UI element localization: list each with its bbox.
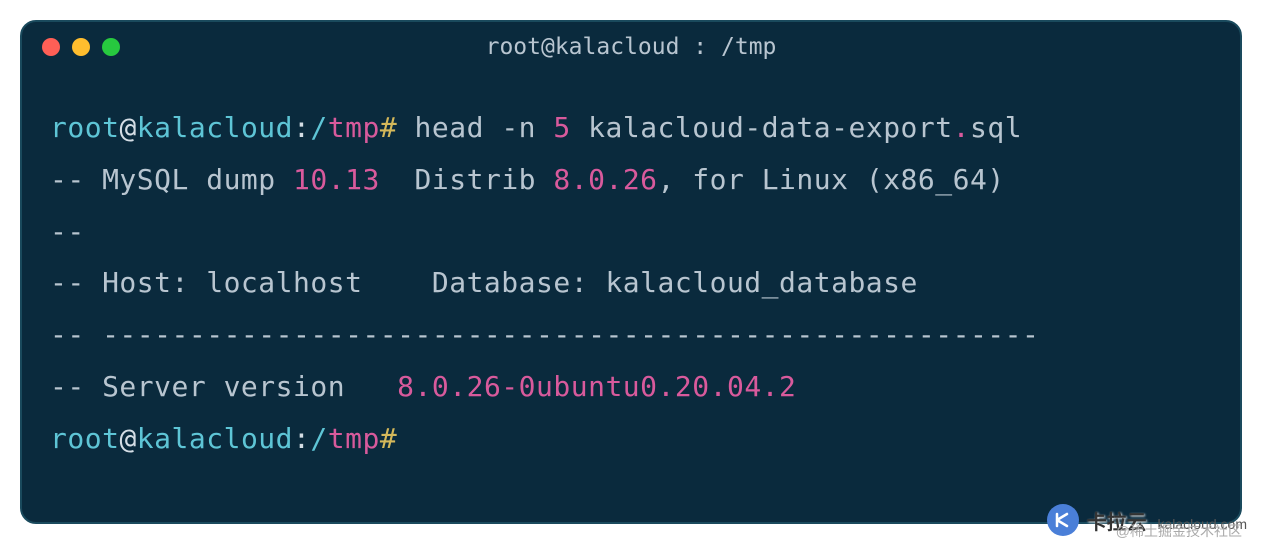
terminal-window: root@kalacloud : /tmp root@kalacloud:/tm… xyxy=(20,20,1242,524)
prompt-host: kalacloud xyxy=(137,111,293,144)
cmd-flag: -n xyxy=(501,111,553,144)
prompt-hash: # xyxy=(380,422,397,455)
cmd-dot: . xyxy=(953,111,970,144)
cmd-num: 5 xyxy=(553,111,588,144)
watermark-overlay: @稀土掘金技术社区 xyxy=(1116,521,1242,541)
logo-svg xyxy=(1053,510,1073,530)
output-line-3: -- Host: localhost Database: kalacloud_d… xyxy=(50,257,1212,309)
cmd-ext: sql xyxy=(970,111,1022,144)
output-line-4: -- -------------------------------------… xyxy=(50,309,1212,361)
cmd-file: kalacloud-data-export xyxy=(588,111,953,144)
maximize-icon[interactable] xyxy=(102,38,120,56)
kalacloud-logo-icon xyxy=(1047,504,1079,536)
terminal-content[interactable]: root@kalacloud:/tmp# head -n 5 kalacloud… xyxy=(22,72,1240,495)
prompt-user: root xyxy=(50,111,119,144)
output-line-5: -- Server version 8.0.26-0ubuntu0.20.04.… xyxy=(50,361,1212,413)
prompt-colon: : xyxy=(293,111,310,144)
close-icon[interactable] xyxy=(42,38,60,56)
prompt-user: root xyxy=(50,422,119,455)
title-bar: root@kalacloud : /tmp xyxy=(22,22,1240,72)
window-title: root@kalacloud : /tmp xyxy=(486,34,777,60)
prompt-slash: / xyxy=(310,422,327,455)
prompt-slash: / xyxy=(310,111,327,144)
prompt-line-1: root@kalacloud:/tmp# head -n 5 kalacloud… xyxy=(50,102,1212,154)
prompt-path: tmp xyxy=(328,111,380,144)
traffic-lights xyxy=(42,38,120,56)
output-line-1: -- MySQL dump 10.13 Distrib 8.0.26, for … xyxy=(50,154,1212,206)
output-line-2: -- xyxy=(50,206,1212,258)
prompt-line-2: root@kalacloud:/tmp# xyxy=(50,413,1212,465)
prompt-at: @ xyxy=(119,422,136,455)
prompt-host: kalacloud xyxy=(137,422,293,455)
cmd-head: head xyxy=(415,111,502,144)
prompt-hash: # xyxy=(380,111,415,144)
prompt-path: tmp xyxy=(328,422,380,455)
prompt-at: @ xyxy=(119,111,136,144)
minimize-icon[interactable] xyxy=(72,38,90,56)
prompt-colon: : xyxy=(293,422,310,455)
